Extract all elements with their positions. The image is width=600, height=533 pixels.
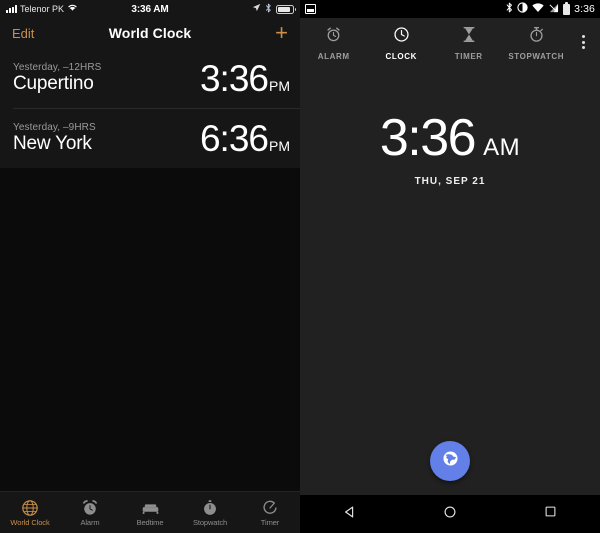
tab-label: World Clock bbox=[10, 517, 50, 527]
more-vertical-icon[interactable] bbox=[570, 35, 596, 51]
android-navigation-bar bbox=[300, 495, 600, 533]
stopwatch-icon bbox=[201, 499, 219, 517]
ios-tab-bar: World Clock Alarm Bedtime Stopwatch Time… bbox=[0, 491, 300, 533]
tab-stopwatch[interactable]: Stopwatch bbox=[180, 492, 240, 533]
clock-time-value: 3:36 bbox=[199, 57, 269, 99]
android-clock-display: 3:36 AM THU, SEP 21 bbox=[300, 68, 600, 187]
home-button[interactable] bbox=[427, 495, 473, 533]
android-clock-time-group: 3:36 AM bbox=[380, 112, 520, 164]
clock-icon bbox=[393, 26, 410, 48]
tab-label: ALARM bbox=[317, 51, 350, 61]
clock-list-item[interactable]: Yesterday, –12HRS Cupertino 3:36 PM bbox=[0, 48, 300, 108]
tab-bedtime[interactable]: Bedtime bbox=[120, 492, 180, 533]
tab-world-clock[interactable]: World Clock bbox=[0, 492, 60, 533]
page-title: World Clock bbox=[108, 25, 192, 41]
tab-stopwatch[interactable]: STOPWATCH bbox=[503, 26, 571, 61]
tab-label: Stopwatch bbox=[192, 517, 228, 527]
circle-home-icon bbox=[443, 505, 457, 524]
cell-signal-icon bbox=[548, 3, 559, 16]
back-button[interactable] bbox=[327, 495, 373, 533]
battery-icon bbox=[563, 1, 571, 15]
tab-label: STOPWATCH bbox=[508, 51, 565, 61]
ios-nav-bar: Edit World Clock + bbox=[0, 18, 300, 48]
clock-meridiem: PM bbox=[269, 77, 290, 94]
android-clock-meridiem: AM bbox=[483, 134, 521, 161]
tab-timer[interactable]: Timer bbox=[240, 492, 300, 533]
tab-timer[interactable]: TIMER bbox=[435, 26, 503, 61]
clock-list-item[interactable]: Yesterday, –9HRS New York 6:36 PM bbox=[0, 108, 300, 168]
tab-label: TIMER bbox=[454, 51, 483, 61]
android-clock-screen: 3:36 ALARM CLOCK TIMER STOPWATCH 3:36 AM… bbox=[300, 0, 600, 533]
alarm-clock-icon bbox=[81, 499, 99, 517]
vibrate-icon bbox=[517, 2, 528, 16]
stopwatch-icon bbox=[528, 26, 545, 48]
android-status-bar: 3:36 bbox=[300, 0, 600, 18]
clock-city-label: Cupertino bbox=[13, 72, 94, 94]
bluetooth-icon bbox=[265, 3, 272, 16]
ios-empty-area bbox=[0, 168, 300, 491]
tab-clock[interactable]: CLOCK bbox=[368, 26, 436, 61]
android-clock-main: 3:36 AM THU, SEP 21 bbox=[300, 68, 600, 495]
edit-button[interactable]: Edit bbox=[12, 26, 34, 41]
clock-time-value: 6:36 bbox=[199, 117, 269, 159]
android-status-time: 3:36 bbox=[574, 3, 595, 15]
square-recents-icon bbox=[544, 505, 557, 523]
wifi-icon bbox=[532, 2, 544, 16]
android-status-right: 3:36 bbox=[506, 1, 595, 16]
ios-status-right bbox=[252, 3, 296, 16]
triangle-back-icon bbox=[343, 505, 357, 524]
clock-time-group: 6:36 PM bbox=[200, 120, 290, 157]
clock-offset-label: Yesterday, –9HRS bbox=[13, 121, 96, 133]
clock-offset-label: Yesterday, –12HRS bbox=[13, 61, 102, 73]
tab-label: Bedtime bbox=[136, 517, 164, 527]
timer-icon bbox=[261, 499, 279, 517]
clock-meridiem: PM bbox=[269, 137, 290, 154]
clock-item-info: Yesterday, –12HRS Cupertino bbox=[13, 62, 101, 95]
recents-button[interactable] bbox=[527, 495, 573, 533]
alarm-clock-icon bbox=[325, 26, 342, 48]
android-clock-date: THU, SEP 21 bbox=[414, 176, 486, 187]
clock-time-group: 3:36 PM bbox=[200, 60, 290, 97]
clock-item-info: Yesterday, –9HRS New York bbox=[13, 122, 96, 155]
tab-label: Timer bbox=[260, 517, 280, 527]
add-city-fab[interactable] bbox=[430, 441, 470, 481]
screenshot-icon bbox=[305, 4, 316, 14]
ios-clock-screen: Telenor PK 3:36 AM Edit World Clock + Ye… bbox=[0, 0, 300, 533]
globe-icon bbox=[21, 499, 39, 517]
tab-label: Alarm bbox=[80, 517, 100, 527]
dual-screenshot-comparison: Telenor PK 3:36 AM Edit World Clock + Ye… bbox=[0, 0, 600, 533]
tab-label: CLOCK bbox=[385, 51, 417, 61]
world-clock-list: Yesterday, –12HRS Cupertino 3:36 PM Yest… bbox=[0, 48, 300, 168]
hourglass-icon bbox=[461, 26, 477, 48]
ios-status-bar: Telenor PK 3:36 AM bbox=[0, 0, 300, 18]
android-tab-bar: ALARM CLOCK TIMER STOPWATCH bbox=[300, 18, 600, 68]
bluetooth-icon bbox=[506, 2, 513, 16]
location-arrow-icon bbox=[252, 3, 261, 15]
tab-alarm[interactable]: ALARM bbox=[300, 26, 368, 61]
add-clock-button[interactable]: + bbox=[275, 22, 288, 44]
battery-icon bbox=[276, 4, 296, 14]
clock-city-label: New York bbox=[13, 132, 92, 154]
globe-icon bbox=[441, 449, 460, 473]
tab-alarm[interactable]: Alarm bbox=[60, 492, 120, 533]
bed-icon bbox=[141, 499, 160, 517]
android-clock-time: 3:36 bbox=[379, 109, 477, 167]
